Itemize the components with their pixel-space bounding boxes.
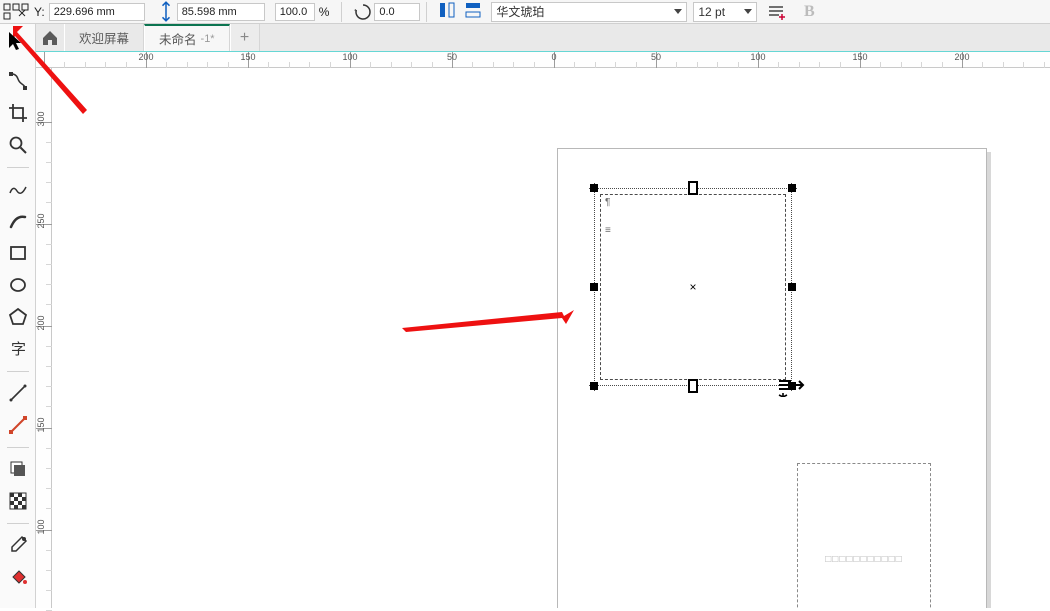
ruler-h-label: 200 <box>954 52 969 62</box>
chevron-down-icon <box>674 9 682 14</box>
ruler-v-label: 300 <box>36 111 46 127</box>
object-origin-icon[interactable] <box>2 2 30 22</box>
ruler-h-label: 150 <box>240 52 255 62</box>
font-size-dropdown[interactable]: 12 pt <box>693 2 757 22</box>
drop-shadow-tool-icon[interactable] <box>2 454 34 484</box>
scale-percent-input[interactable]: 100.0 <box>275 3 315 21</box>
font-family-value: 华文琥珀 <box>496 3 544 20</box>
ruler-v-label: 100 <box>36 519 46 535</box>
resize-handle-top-right[interactable] <box>788 184 796 192</box>
resize-handle-middle-right[interactable] <box>788 283 796 291</box>
y-coordinate-input[interactable]: 229.696 mm <box>49 3 145 21</box>
zoom-tool-icon[interactable] <box>2 130 34 160</box>
text-options-icon[interactable] <box>765 1 787 23</box>
fill-tool-icon[interactable] <box>2 562 34 592</box>
y-label: Y: <box>34 5 45 19</box>
connector-tool-icon[interactable] <box>2 410 34 440</box>
freehand-tool-icon[interactable] <box>2 174 34 204</box>
ruler-h-label: 0 <box>551 52 556 62</box>
mirror-buttons <box>437 0 483 23</box>
transparency-tool-icon[interactable] <box>2 486 34 516</box>
rotation-input[interactable]: 0.0 <box>374 3 420 21</box>
polygon-tool-icon[interactable] <box>2 302 34 332</box>
toolbox: 字 <box>0 24 36 608</box>
ruler-h-label: 100 <box>750 52 765 62</box>
annotation-arrow-icon <box>402 310 582 332</box>
resize-handle-middle-left[interactable] <box>590 283 598 291</box>
artistic-media-tool-icon[interactable] <box>2 206 34 236</box>
text-tool-icon[interactable]: 字 <box>2 334 34 364</box>
ruler-h-label: 100 <box>342 52 357 62</box>
document-tabs: 欢迎屏幕 未命名 -1* + <box>0 24 1050 52</box>
paragraph-mark-icon: ¶ <box>605 197 610 208</box>
placeholder-text: □□□□□□□□□□□ <box>806 554 922 565</box>
tab-document-label: 未命名 <box>159 29 197 48</box>
ruler-v-label: 250 <box>36 213 46 229</box>
canvas[interactable]: × ¶ ≡ □□□□□□□□□□□ <box>52 68 1050 608</box>
eyedropper-tool-icon[interactable] <box>2 530 34 560</box>
height-input[interactable]: 85.598 mm <box>177 3 265 21</box>
plus-icon: + <box>240 29 249 47</box>
tab-welcome-label: 欢迎屏幕 <box>79 28 129 47</box>
svg-text:字: 字 <box>11 341 26 358</box>
ruler-h-label: 200 <box>138 52 153 62</box>
ruler-horizontal[interactable]: 200 150 100 50 0 50 100 150 200 <box>36 52 1050 68</box>
resize-handle-bottom-left[interactable] <box>590 382 598 390</box>
toolbox-separator <box>2 366 34 376</box>
text-overflow-handle[interactable] <box>777 375 807 397</box>
linked-text-frame[interactable]: □□□□□□□□□□□ <box>797 463 931 608</box>
tab-document[interactable]: 未命名 -1* <box>144 24 230 51</box>
ruler-h-label: 50 <box>447 52 457 62</box>
resize-handle-top-left[interactable] <box>590 184 598 192</box>
ruler-v-label: 150 <box>36 417 46 433</box>
crop-tool-icon[interactable] <box>2 98 34 128</box>
toolbox-separator <box>2 162 34 172</box>
toolbox-separator <box>2 518 34 528</box>
height-icon <box>159 3 173 21</box>
tab-document-suffix: -1* <box>201 33 215 45</box>
bold-button[interactable]: B <box>797 0 821 24</box>
mirror-vertical-icon[interactable] <box>463 0 483 23</box>
tab-welcome[interactable]: 欢迎屏幕 <box>64 24 144 51</box>
column-mark-icon: ≡ <box>605 225 611 236</box>
rotation-icon <box>352 1 374 23</box>
ruler-vertical[interactable]: 300 250 200 150 100 <box>36 68 52 608</box>
toolbox-separator <box>2 442 34 452</box>
mirror-horizontal-icon[interactable] <box>437 0 457 23</box>
ruler-h-label: 50 <box>651 52 661 62</box>
chevron-down-icon <box>744 9 752 14</box>
font-family-dropdown[interactable]: 华文琥珀 <box>491 2 687 22</box>
ruler-v-label: 200 <box>36 315 46 331</box>
separator <box>426 2 427 22</box>
separator <box>341 2 342 22</box>
text-flow-handle-bottom[interactable] <box>688 379 698 393</box>
property-bar: Y: 229.696 mm 85.598 mm 100.0 % 0.0 华文琥珀… <box>0 0 1050 24</box>
home-button[interactable] <box>36 24 64 51</box>
font-size-value: 12 pt <box>698 5 725 19</box>
ellipse-tool-icon[interactable] <box>2 270 34 300</box>
shape-tool-icon[interactable] <box>2 66 34 96</box>
selected-text-frame[interactable]: × ¶ ≡ <box>600 194 786 380</box>
ruler-h-label: 150 <box>852 52 867 62</box>
tab-add[interactable]: + <box>230 24 260 51</box>
rectangle-tool-icon[interactable] <box>2 238 34 268</box>
percent-label: % <box>319 5 330 19</box>
dimension-tool-icon[interactable] <box>2 378 34 408</box>
text-flow-handle-top[interactable] <box>688 181 698 195</box>
selection-center-mark: × <box>689 280 696 294</box>
